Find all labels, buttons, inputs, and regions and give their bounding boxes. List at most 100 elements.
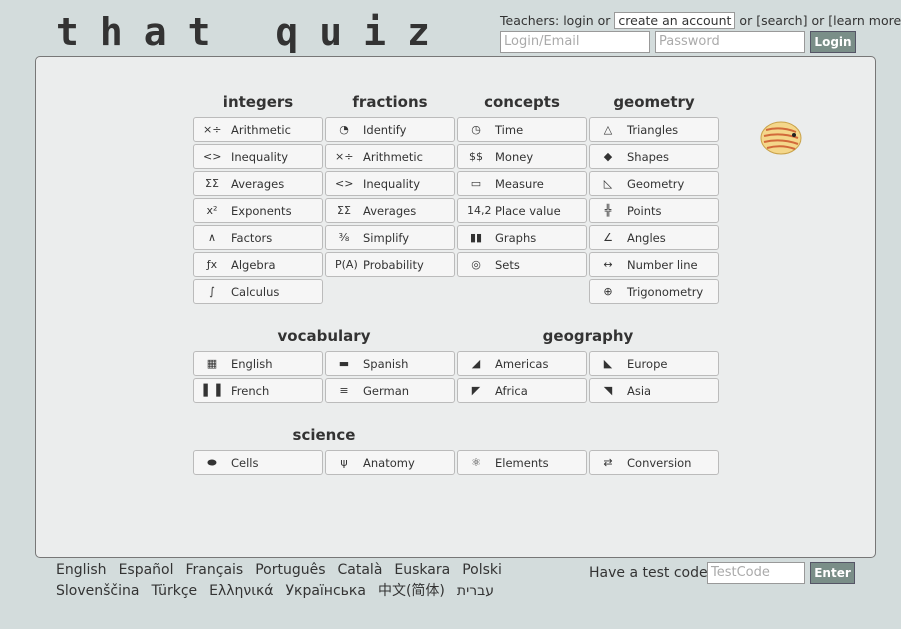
language-links-row2: Slovenščina Türkçe Ελληνικά Українська 中文(简体… bbox=[56, 580, 506, 600]
language-link[interactable]: Català bbox=[338, 562, 383, 578]
subject-label: Averages bbox=[231, 176, 285, 191]
language-link[interactable]: English bbox=[56, 562, 107, 578]
subject-tile[interactable]: ΣΣ Averages bbox=[325, 198, 455, 223]
enter-button[interactable]: Enter bbox=[810, 562, 855, 584]
language-links-row1: English Español Français Português Català Eus… bbox=[56, 562, 514, 578]
subject-label: Points bbox=[627, 203, 662, 218]
subject-tile[interactable]: ∧ Factors bbox=[193, 225, 323, 250]
site-logo[interactable]: that quiz bbox=[56, 10, 451, 54]
subject-label: Averages bbox=[363, 203, 417, 218]
language-link[interactable]: Euskara bbox=[394, 562, 450, 578]
subject-label: Americas bbox=[495, 356, 549, 371]
subject-label: Money bbox=[495, 149, 534, 164]
subject-tile[interactable]: ∠ Angles bbox=[589, 225, 719, 250]
subject-label: Shapes bbox=[627, 149, 670, 164]
subject-label: Inequality bbox=[363, 176, 421, 191]
subject-icon: ◷ bbox=[471, 123, 481, 136]
language-link[interactable]: Français bbox=[186, 562, 244, 578]
subject-tile[interactable]: <> Inequality bbox=[325, 171, 455, 196]
subject-tile[interactable]: ⇄ Conversion bbox=[589, 450, 719, 475]
language-link[interactable]: Polski bbox=[462, 562, 502, 578]
subject-tile[interactable]: ◤ Africa bbox=[457, 378, 587, 403]
fish-mascot-icon bbox=[760, 121, 802, 155]
subject-label: Asia bbox=[627, 383, 652, 398]
subject-tile[interactable]: ◔ Identify bbox=[325, 117, 455, 142]
language-link[interactable]: Português bbox=[255, 562, 325, 578]
subject-label: Elements bbox=[495, 455, 549, 470]
subject-tile[interactable]: <> Inequality bbox=[193, 144, 323, 169]
subject-icon: ▦ bbox=[206, 357, 218, 370]
subject-icon: ⇄ bbox=[603, 456, 613, 469]
or-text: or bbox=[597, 13, 611, 28]
subject-tile[interactable]: ∫ Calculus bbox=[193, 279, 323, 304]
subject-tile[interactable]: ◆ Shapes bbox=[589, 144, 719, 169]
subject-icon: ⅜ bbox=[338, 231, 350, 244]
subject-label: Africa bbox=[495, 383, 528, 398]
subject-tile[interactable]: ⬬ Cells bbox=[193, 450, 323, 475]
subject-tile[interactable]: $$ Money bbox=[457, 144, 587, 169]
subject-icon: ◺ bbox=[603, 177, 613, 190]
subject-icon: <> bbox=[203, 150, 222, 163]
subject-tile[interactable]: ◣ Europe bbox=[589, 351, 719, 376]
subject-tile[interactable]: ◎ Sets bbox=[457, 252, 587, 277]
subject-tile[interactable]: ▦ English bbox=[193, 351, 323, 376]
subject-label: Place value bbox=[495, 203, 561, 218]
language-link[interactable]: Türkçe bbox=[151, 583, 197, 599]
subject-label: Number line bbox=[627, 257, 698, 272]
subject-tile[interactable]: P(A) Probability bbox=[325, 252, 455, 277]
subject-label: French bbox=[231, 383, 270, 398]
subject-tile[interactable]: ╬ Points bbox=[589, 198, 719, 223]
subject-icon: ▌▐ bbox=[203, 384, 221, 397]
language-link[interactable]: Español bbox=[119, 562, 174, 578]
subject-tile[interactable]: ≡ German bbox=[325, 378, 455, 403]
language-link[interactable]: Українська bbox=[285, 583, 365, 599]
subject-tile[interactable]: ΣΣ Averages bbox=[193, 171, 323, 196]
language-link[interactable]: עברית bbox=[457, 583, 494, 599]
subject-tile[interactable]: ⚛ Elements bbox=[457, 450, 587, 475]
subject-tile[interactable]: ▬ Spanish bbox=[325, 351, 455, 376]
subject-tile[interactable]: ⊕ Trigonometry bbox=[589, 279, 719, 304]
subject-label: Calculus bbox=[231, 284, 280, 299]
subject-label: Trigonometry bbox=[627, 284, 704, 299]
subject-tile[interactable]: ψ Anatomy bbox=[325, 450, 455, 475]
subject-tile[interactable]: △ Triangles bbox=[589, 117, 719, 142]
subject-tile[interactable]: ◥ Asia bbox=[589, 378, 719, 403]
learn-more-link[interactable]: [learn more] bbox=[828, 13, 901, 28]
subject-label: Anatomy bbox=[363, 455, 415, 470]
subject-label: Cells bbox=[231, 455, 259, 470]
subject-tile[interactable]: ▮▮ Graphs bbox=[457, 225, 587, 250]
subject-icon: ψ bbox=[340, 456, 348, 469]
subject-tile[interactable]: ▭ Measure bbox=[457, 171, 587, 196]
create-account-link[interactable]: create an account bbox=[614, 12, 736, 29]
subject-tile[interactable]: ◢ Americas bbox=[457, 351, 587, 376]
subject-tile[interactable]: x² Exponents bbox=[193, 198, 323, 223]
language-link[interactable]: Slovenščina bbox=[56, 583, 139, 599]
login-button[interactable]: Login bbox=[810, 31, 856, 53]
subject-label: Sets bbox=[495, 257, 520, 272]
login-link[interactable]: login bbox=[563, 13, 593, 28]
subject-tile[interactable]: ⅜ Simplify bbox=[325, 225, 455, 250]
subject-label: Triangles bbox=[627, 122, 679, 137]
subject-tile[interactable]: ×÷ Arithmetic bbox=[325, 144, 455, 169]
subject-tile[interactable]: ƒx Algebra bbox=[193, 252, 323, 277]
subject-icon: ◣ bbox=[603, 357, 613, 370]
subject-tile[interactable]: ◷ Time bbox=[457, 117, 587, 142]
subject-icon: ∠ bbox=[603, 231, 613, 244]
subject-icon: x² bbox=[206, 204, 218, 217]
password-input[interactable]: Password bbox=[655, 31, 805, 53]
login-email-input[interactable]: Login/Email bbox=[500, 31, 650, 53]
subject-icon: ΣΣ bbox=[205, 177, 219, 190]
search-link[interactable]: [search] bbox=[756, 13, 807, 28]
language-link[interactable]: Ελληνικά bbox=[209, 583, 273, 599]
test-code-input[interactable]: TestCode bbox=[707, 562, 805, 584]
subject-tile[interactable]: ×÷ Arithmetic bbox=[193, 117, 323, 142]
teachers-label: Teachers: bbox=[500, 13, 560, 28]
subject-label: Arithmetic bbox=[231, 122, 291, 137]
subject-tile[interactable]: ↔ Number line bbox=[589, 252, 719, 277]
language-link[interactable]: 中文(简体) bbox=[378, 583, 445, 599]
subject-icon: ⊕ bbox=[603, 285, 613, 298]
subject-tile[interactable]: 14,2 Place value bbox=[457, 198, 587, 223]
subject-icon: ◢ bbox=[471, 357, 481, 370]
subject-tile[interactable]: ▌▐ French bbox=[193, 378, 323, 403]
subject-tile[interactable]: ◺ Geometry bbox=[589, 171, 719, 196]
